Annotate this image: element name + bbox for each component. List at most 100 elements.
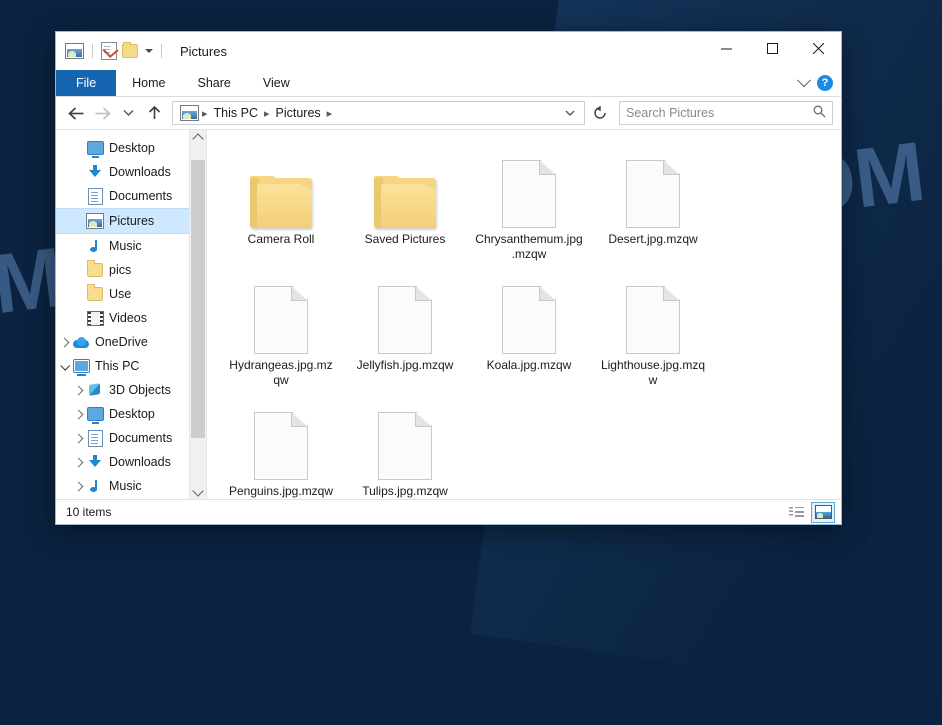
maximize-button[interactable] bbox=[749, 32, 795, 64]
tab-home[interactable]: Home bbox=[116, 70, 181, 96]
recent-locations-button[interactable] bbox=[116, 101, 140, 125]
forward-button[interactable] bbox=[90, 101, 114, 125]
scrollbar-thumb[interactable] bbox=[191, 160, 205, 438]
tab-share[interactable]: Share bbox=[182, 70, 247, 96]
file-name-label: Saved Pictures bbox=[364, 232, 446, 246]
tab-file[interactable]: File bbox=[56, 70, 117, 96]
chevron-down-icon[interactable] bbox=[145, 49, 153, 53]
address-dropdown-icon[interactable] bbox=[560, 104, 580, 122]
sidebar-item-label: Videos bbox=[109, 311, 147, 325]
file-name-label: Jellyfish.jpg.mzqw bbox=[356, 358, 454, 372]
document-icon bbox=[86, 187, 104, 205]
file-item[interactable]: Koala.jpg.mzqw bbox=[469, 270, 589, 388]
scroll-up-button[interactable] bbox=[190, 130, 206, 147]
breadcrumb-item-pictures[interactable]: Pictures bbox=[271, 106, 326, 120]
scroll-down-button[interactable] bbox=[190, 482, 206, 499]
minimize-button[interactable] bbox=[703, 32, 749, 64]
blank-file-icon bbox=[254, 270, 308, 354]
sidebar-item-videos[interactable]: Videos bbox=[56, 306, 206, 330]
sidebar-item-label: 3D Objects bbox=[109, 383, 171, 397]
up-button[interactable] bbox=[142, 101, 166, 125]
details-view-button[interactable] bbox=[785, 503, 807, 522]
sidebar-item-3d-objects[interactable]: 3D Objects bbox=[56, 378, 206, 402]
sidebar-item-downloads[interactable]: Downloads bbox=[56, 160, 206, 184]
breadcrumb[interactable]: ▸ This PC ▸ Pictures ▸ bbox=[172, 101, 585, 125]
file-item[interactable]: Desert.jpg.mzqw bbox=[593, 144, 713, 262]
desktop-icon bbox=[86, 407, 104, 424]
title-bar: Pictures bbox=[56, 32, 841, 70]
chevron-right-icon[interactable] bbox=[70, 481, 86, 491]
file-name-label: Camera Roll bbox=[247, 232, 315, 246]
sidebar-item-label: Documents bbox=[109, 189, 173, 203]
sidebar-item-label: Desktop bbox=[109, 407, 155, 421]
details-view-icon bbox=[788, 506, 804, 518]
sidebar-item-desktop[interactable]: Desktop bbox=[56, 136, 206, 160]
file-item[interactable]: Tulips.jpg.mzqw bbox=[345, 396, 465, 499]
file-item[interactable]: Hydrangeas.jpg.mzqw bbox=[221, 270, 341, 388]
file-item[interactable]: Lighthouse.jpg.mzqw bbox=[593, 270, 713, 388]
sidebar-item-use[interactable]: Use bbox=[56, 282, 206, 306]
refresh-button[interactable] bbox=[589, 102, 611, 124]
file-explorer-window: Pictures File Home Share View ? ▸ This P… bbox=[55, 31, 842, 525]
blank-file-icon bbox=[378, 396, 432, 480]
sidebar-item-documents[interactable]: Documents bbox=[56, 426, 206, 450]
blank-file-icon bbox=[254, 396, 308, 480]
quick-access-toolbar: Pictures bbox=[56, 42, 227, 60]
chevron-right-icon[interactable] bbox=[70, 457, 86, 467]
music-icon bbox=[86, 479, 104, 493]
tab-view[interactable]: View bbox=[247, 70, 306, 96]
chevron-right-icon[interactable] bbox=[70, 385, 86, 395]
sidebar-item-label: Music bbox=[109, 239, 142, 253]
sidebar-item-pics[interactable]: pics bbox=[56, 258, 206, 282]
download-icon bbox=[86, 165, 104, 179]
blank-file-icon bbox=[378, 270, 432, 354]
sidebar-item-pictures[interactable]: Pictures bbox=[56, 208, 206, 234]
chevron-right-icon[interactable] bbox=[56, 337, 72, 347]
video-icon bbox=[86, 310, 104, 326]
item-count: 10 items bbox=[66, 505, 112, 519]
nav-scrollbar[interactable] bbox=[189, 130, 206, 499]
sidebar-item-label: Downloads bbox=[109, 455, 171, 469]
new-folder-icon[interactable] bbox=[122, 42, 138, 58]
back-button[interactable] bbox=[64, 101, 88, 125]
search-input[interactable]: Search Pictures bbox=[619, 101, 833, 125]
breadcrumb-item-this-pc[interactable]: This PC bbox=[209, 106, 263, 120]
help-icon[interactable]: ? bbox=[817, 75, 833, 91]
pictures-icon[interactable] bbox=[180, 105, 199, 121]
chevron-right-icon[interactable] bbox=[70, 433, 86, 443]
pictures-icon[interactable] bbox=[65, 43, 84, 59]
sidebar-item-label: pics bbox=[109, 263, 132, 277]
file-name-label: Tulips.jpg.mzqw bbox=[362, 484, 448, 498]
cube-icon bbox=[86, 383, 104, 397]
folder-icon bbox=[374, 144, 436, 228]
file-item[interactable]: Penguins.jpg.mzqw bbox=[221, 396, 341, 499]
navigation-list: Desktop Downloads Documents Pictures Music pi… bbox=[56, 130, 206, 498]
file-item[interactable]: Chrysanthemum.jpg.mzqw bbox=[469, 144, 589, 262]
breadcrumb-separator: ▸ bbox=[326, 107, 333, 120]
blank-file-icon bbox=[626, 270, 680, 354]
sidebar-item-downloads[interactable]: Downloads bbox=[56, 450, 206, 474]
sidebar-item-label: Documents bbox=[109, 431, 173, 445]
status-bar: 10 items bbox=[56, 499, 841, 524]
sidebar-item-onedrive[interactable]: OneDrive bbox=[56, 330, 206, 354]
sidebar-item-documents[interactable]: Documents bbox=[56, 184, 206, 208]
breadcrumb-separator: ▸ bbox=[263, 107, 270, 120]
chevron-right-icon[interactable] bbox=[70, 409, 86, 419]
blank-file-icon bbox=[626, 144, 680, 228]
properties-icon[interactable] bbox=[101, 42, 119, 60]
sidebar-item-music[interactable]: Music bbox=[56, 474, 206, 498]
expand-ribbon-icon[interactable] bbox=[796, 73, 812, 88]
search-placeholder: Search Pictures bbox=[626, 106, 715, 120]
search-icon[interactable] bbox=[813, 105, 826, 121]
folder-item[interactable]: Camera Roll bbox=[221, 144, 341, 262]
close-button[interactable] bbox=[795, 32, 841, 64]
folder-item[interactable]: Saved Pictures bbox=[345, 144, 465, 262]
large-icons-view-button[interactable] bbox=[811, 501, 835, 523]
music-icon bbox=[86, 239, 104, 253]
file-list-view[interactable]: Camera Roll Saved Pictures Chrysanthemum.j… bbox=[207, 130, 841, 499]
file-item[interactable]: Jellyfish.jpg.mzqw bbox=[345, 270, 465, 388]
sidebar-item-music[interactable]: Music bbox=[56, 234, 206, 258]
chevron-down-icon[interactable] bbox=[56, 360, 72, 371]
sidebar-item-this-pc[interactable]: This PC bbox=[56, 354, 206, 378]
sidebar-item-desktop[interactable]: Desktop bbox=[56, 402, 206, 426]
